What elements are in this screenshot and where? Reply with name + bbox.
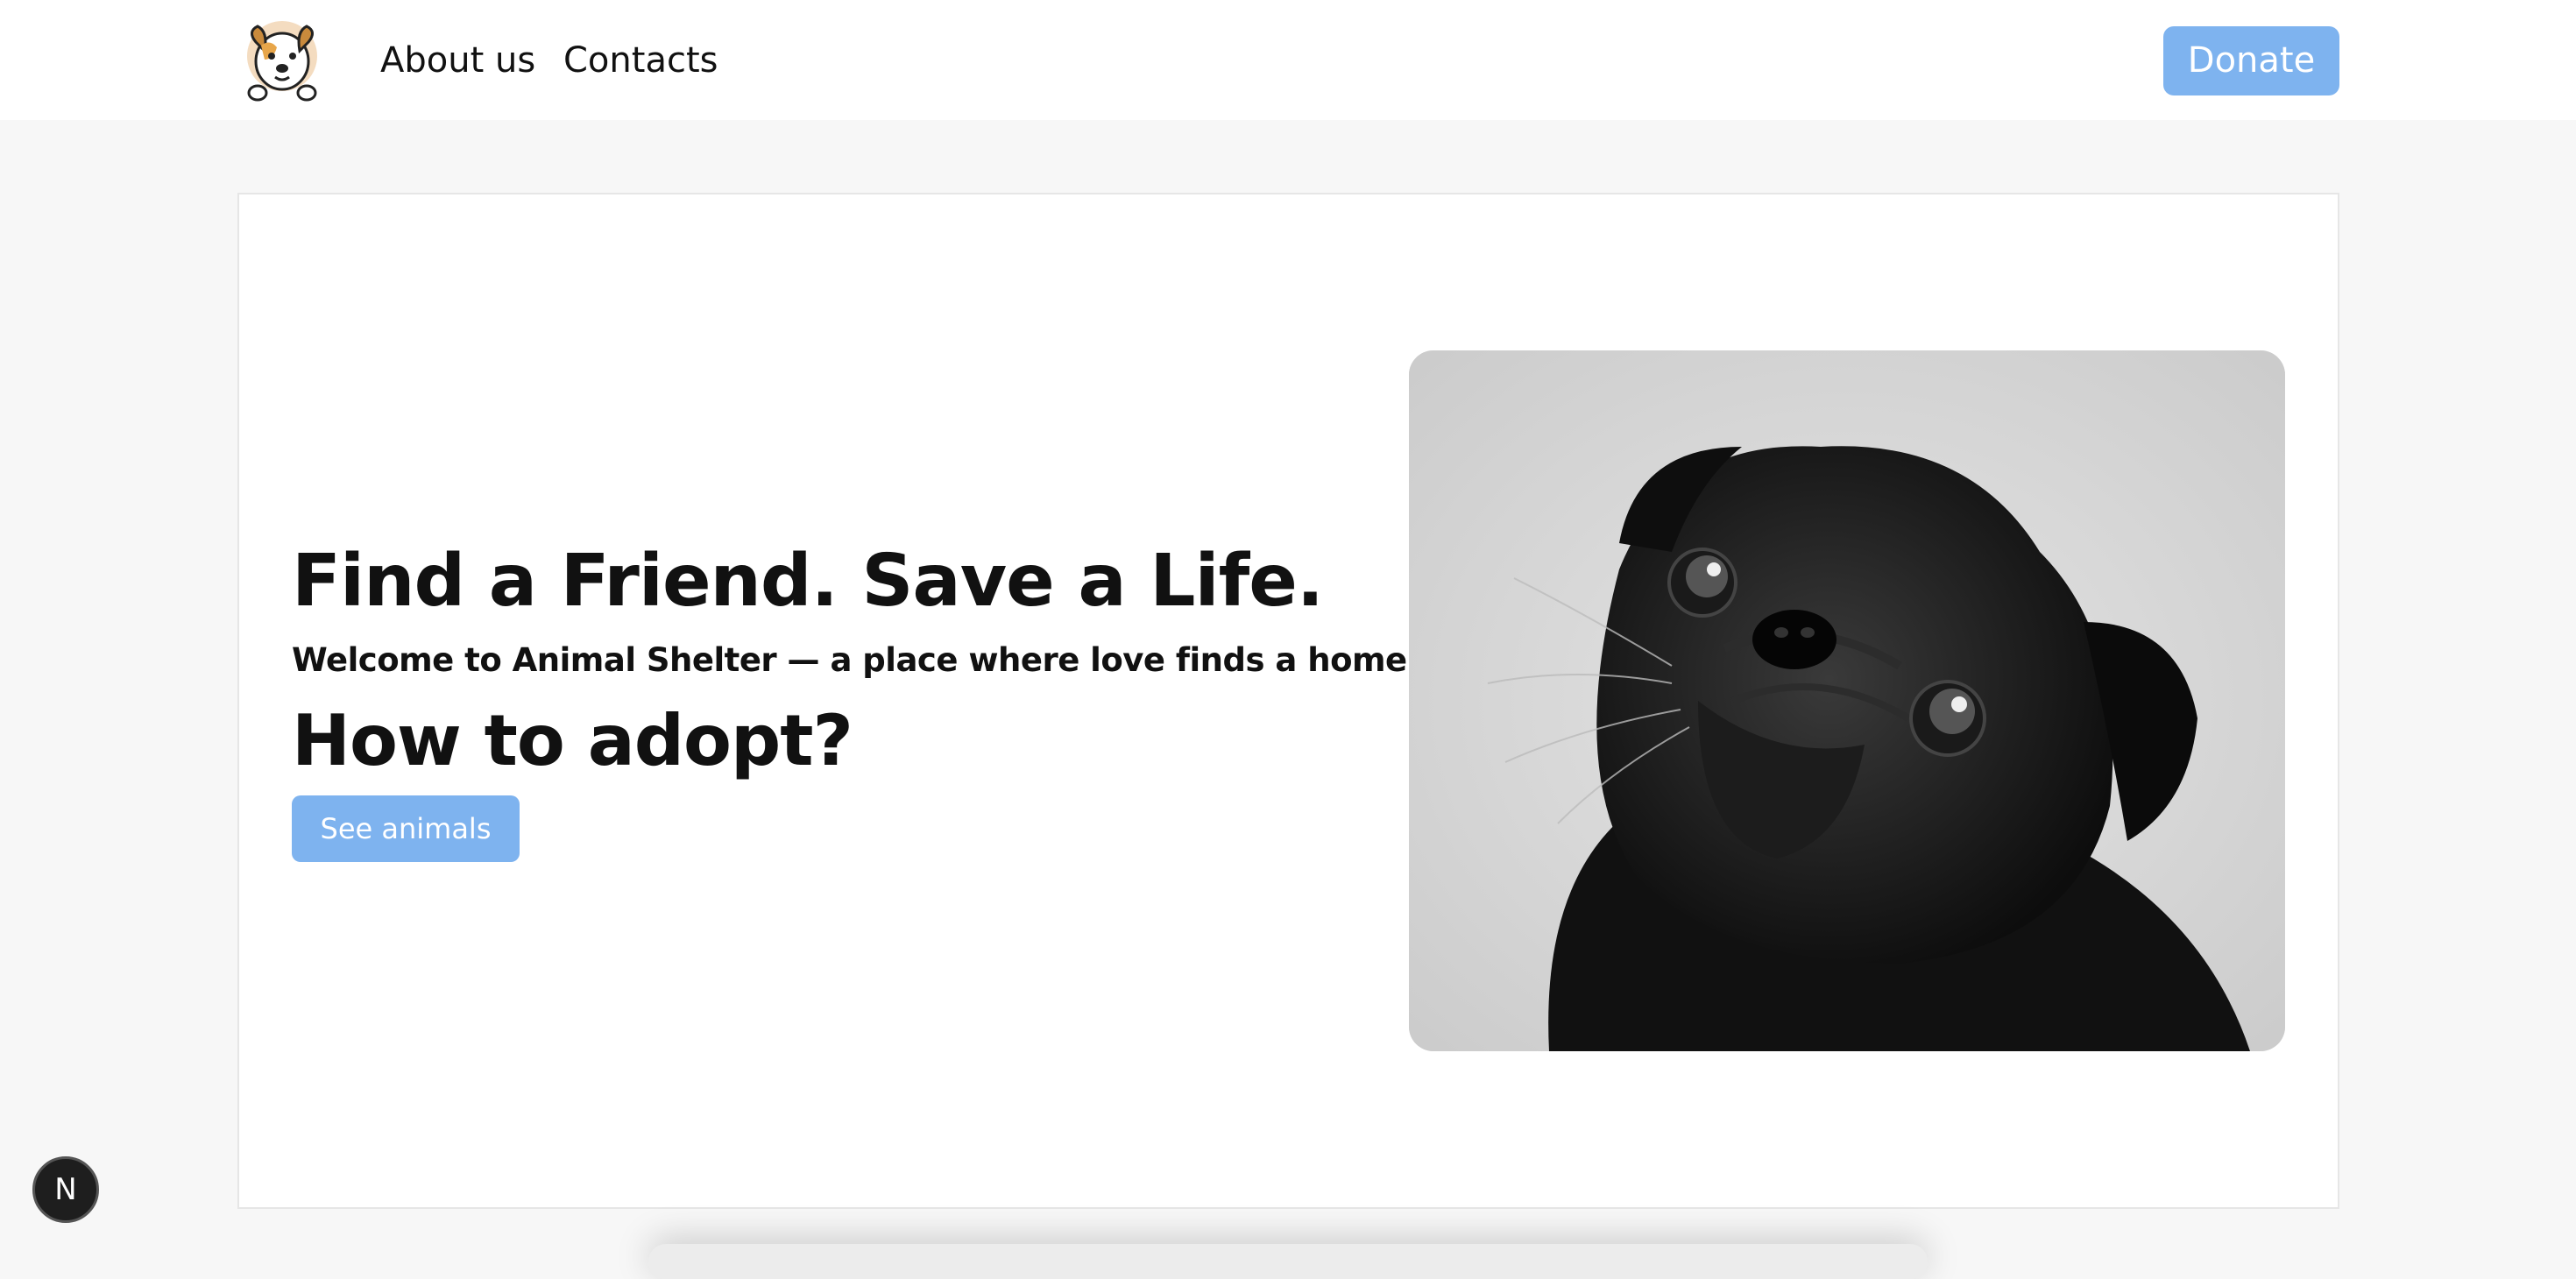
nav-about-link[interactable]: About us — [380, 39, 535, 82]
hero-title: Find a Friend. Save a Life. — [292, 540, 1324, 623]
how-to-adopt-heading: How to adopt? — [292, 700, 853, 781]
nextjs-logo-icon[interactable]: N — [32, 1156, 99, 1223]
nav-contacts-link[interactable]: Contacts — [563, 39, 718, 82]
bottom-section-edge — [648, 1244, 1928, 1279]
site-header: About us Contacts Donate — [0, 0, 2576, 120]
donate-button[interactable]: Donate — [2163, 26, 2339, 95]
dog-face-logo-icon[interactable] — [238, 16, 326, 103]
pug-photo — [1409, 350, 2285, 1051]
hero-card: Find a Friend. Save a Life. Welcome to A… — [237, 193, 2339, 1209]
hero-subtitle: Welcome to Animal Shelter — a place wher… — [292, 641, 1419, 679]
see-animals-button[interactable]: See animals — [292, 795, 520, 862]
